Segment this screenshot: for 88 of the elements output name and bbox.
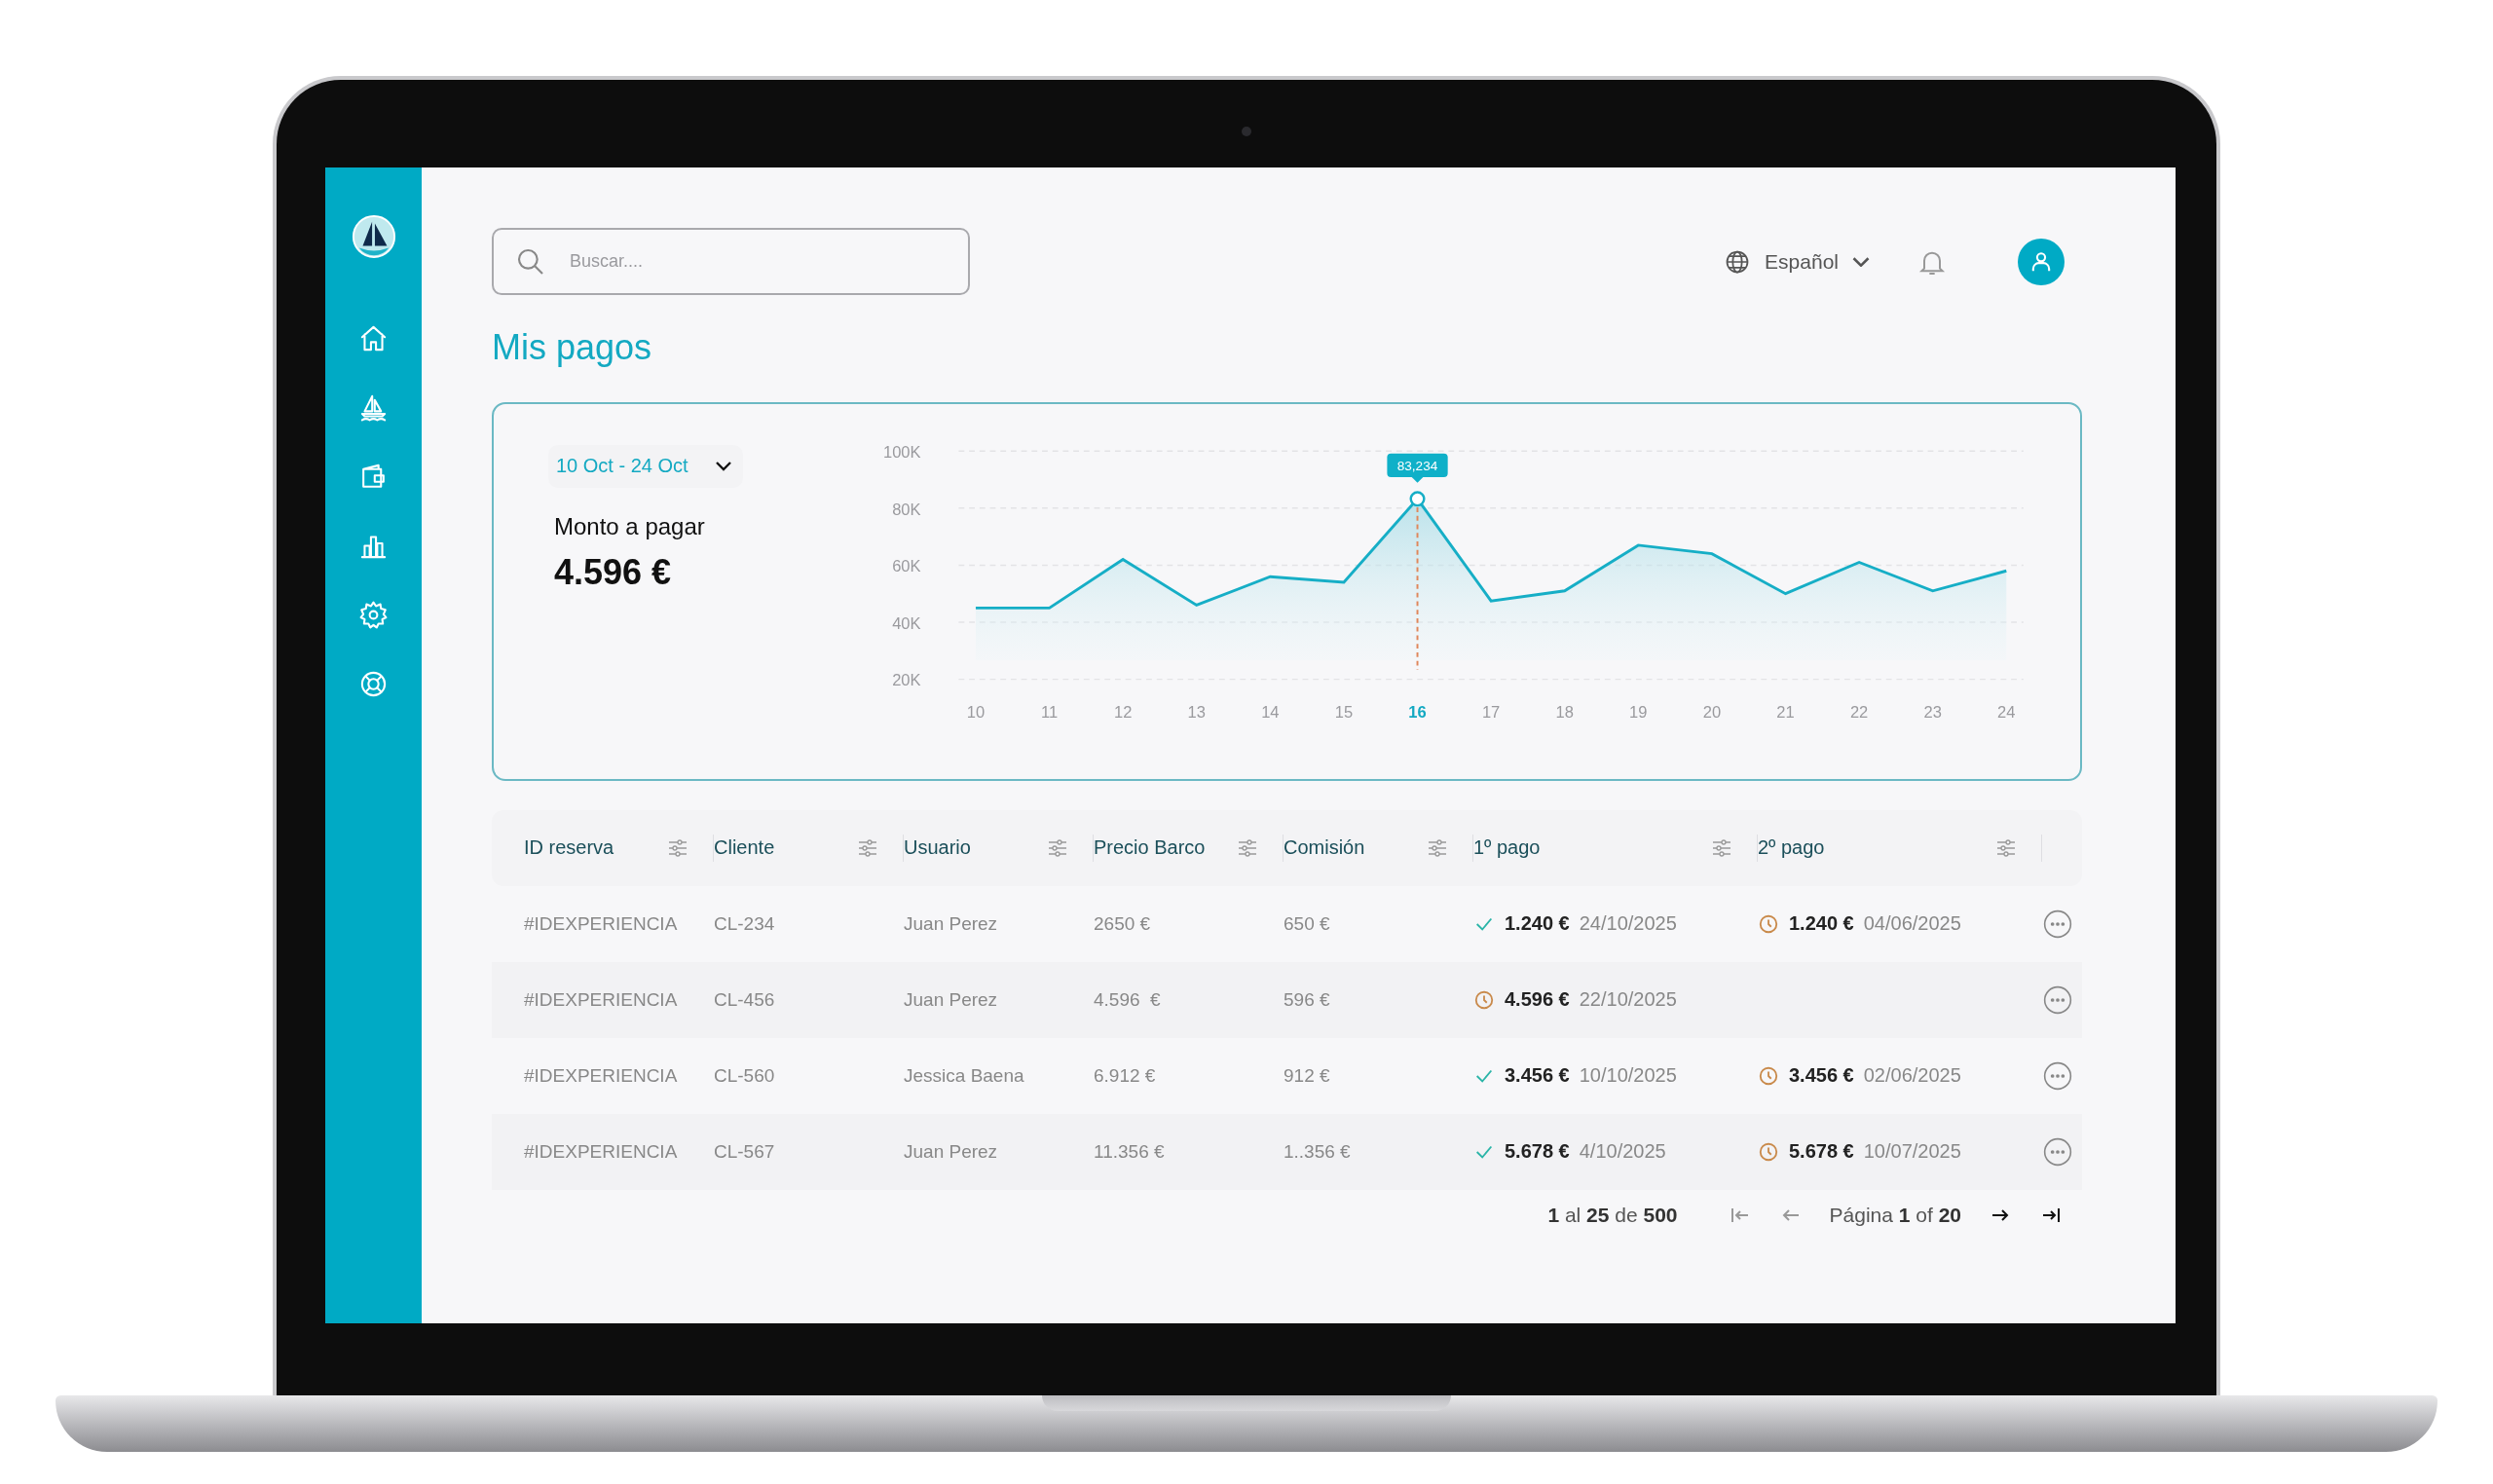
table-cell-text: 11.356 €	[1094, 1140, 1166, 1163]
column-header: 1º pago	[1473, 836, 1541, 860]
table-cell-text: Juan Perez	[904, 912, 999, 935]
amount-value: 4.596 €	[554, 551, 672, 593]
table-cell-text: #IDEXPERIENCIA	[524, 1064, 679, 1087]
x-axis-label: 15	[1334, 702, 1354, 722]
camera-dot	[1242, 127, 1251, 136]
x-axis-label: 11	[1041, 702, 1059, 722]
clock-icon	[1758, 1064, 1779, 1087]
settings-icon[interactable]	[358, 600, 389, 630]
column-header: Precio Barco	[1094, 836, 1206, 860]
more-options-icon[interactable]	[2042, 1059, 2073, 1092]
x-axis-label: 22	[1849, 702, 1869, 722]
more-options-icon[interactable]	[2042, 908, 2073, 940]
payment-date: 02/06/2025	[1863, 1064, 1961, 1088]
table-cell-text: Jessica Baena	[904, 1064, 1025, 1087]
clock-icon	[1758, 1140, 1779, 1163]
x-axis-label: 23	[1923, 702, 1942, 722]
payment-amount: 5.678 €	[1789, 1140, 1854, 1164]
x-axis-label: 12	[1113, 702, 1133, 722]
payment-date: 10/10/2025	[1579, 1064, 1677, 1088]
x-axis-label: 21	[1776, 702, 1795, 722]
y-axis-label: 80K	[892, 500, 921, 519]
search-field[interactable]: Buscar....	[492, 228, 970, 295]
y-axis-label: 100K	[882, 442, 921, 462]
lifebuoy-icon[interactable]	[358, 669, 389, 699]
x-axis-label: 20	[1702, 702, 1722, 722]
amount-label: Monto a pagar	[554, 512, 705, 540]
x-axis-label: 18	[1555, 702, 1574, 722]
language-selector[interactable]: Español	[1724, 247, 1870, 276]
x-axis-label: 17	[1481, 702, 1501, 722]
page-indicator: Página 1 of 20	[1829, 1203, 1961, 1227]
table-cell-text: #IDEXPERIENCIA	[524, 988, 679, 1011]
clock-icon	[1473, 988, 1495, 1011]
payment-date: 4/10/2025	[1579, 1140, 1666, 1164]
page-title: Mis pagos	[492, 328, 653, 367]
value-tooltip: 83,234	[1387, 453, 1448, 483]
payment-date: 22/10/2025	[1579, 988, 1677, 1012]
column-header: Cliente	[714, 836, 775, 860]
payment-amount: 3.456 €	[1789, 1064, 1854, 1088]
y-axis-label: 40K	[892, 613, 921, 633]
table-cell-text: #IDEXPERIENCIA	[524, 912, 679, 935]
payment-amount: 1.240 €	[1789, 912, 1854, 936]
x-axis-label: 13	[1187, 702, 1206, 722]
column-header: Comisión	[1284, 836, 1365, 860]
home-icon[interactable]	[358, 323, 389, 353]
payment-date: 24/10/2025	[1579, 912, 1677, 936]
column-header: ID reserva	[524, 836, 614, 860]
more-options-icon[interactable]	[2042, 1135, 2073, 1168]
search-input[interactable]: Buscar....	[568, 250, 947, 273]
x-axis-label: 19	[1629, 702, 1648, 722]
y-axis-label: 60K	[892, 556, 921, 575]
user-avatar[interactable]	[2018, 238, 2065, 285]
table-cell-text: 912 €	[1284, 1064, 1331, 1087]
table-cell-text: 596 €	[1284, 988, 1331, 1011]
table-cell-text: Juan Perez	[904, 988, 999, 1011]
payment-date: 04/06/2025	[1863, 912, 1961, 936]
x-axis-label: 14	[1261, 702, 1280, 722]
table-cell-text: 1..356 €	[1284, 1140, 1352, 1163]
column-header: 2º pago	[1758, 836, 1825, 860]
clock-icon	[1758, 912, 1779, 935]
y-axis-label: 20K	[892, 671, 921, 690]
sailboat-logo	[351, 214, 396, 259]
table-cell-text: 6.912 €	[1094, 1064, 1157, 1087]
data-point	[1409, 490, 1426, 506]
payment-date: 10/07/2025	[1863, 1140, 1961, 1164]
table-cell-text: CL-567	[714, 1140, 776, 1163]
table-cell-text: 4.596 €	[1094, 988, 1162, 1011]
table-cell-text: 2650 €	[1094, 912, 1152, 935]
x-axis-label: 24	[1997, 702, 2016, 722]
table-cell-text: CL-234	[714, 912, 776, 935]
table-cell-text: Juan Perez	[904, 1140, 999, 1163]
x-axis-label: 10	[966, 702, 986, 722]
x-axis-label: 16	[1408, 702, 1427, 722]
table-cell-text: CL-456	[714, 988, 776, 1011]
table-cell-text: CL-560	[714, 1064, 776, 1087]
annotation: 83,234	[1396, 458, 1438, 473]
sailboat-icon[interactable]	[358, 392, 389, 423]
column-header: Usuario	[904, 836, 971, 860]
table-cell-text: 650 €	[1284, 912, 1331, 935]
payment-amount: 5.678 €	[1505, 1140, 1570, 1164]
payment-amount: 4.596 €	[1505, 988, 1570, 1012]
table-cell-text: #IDEXPERIENCIA	[524, 1140, 679, 1163]
chevron-down-icon	[1852, 256, 1870, 267]
results-count: 1 al 25 de 500	[1547, 1203, 1678, 1227]
more-options-icon[interactable]	[2042, 983, 2073, 1016]
payment-amount: 3.456 €	[1505, 1064, 1570, 1088]
payment-amount: 1.240 €	[1505, 912, 1570, 936]
